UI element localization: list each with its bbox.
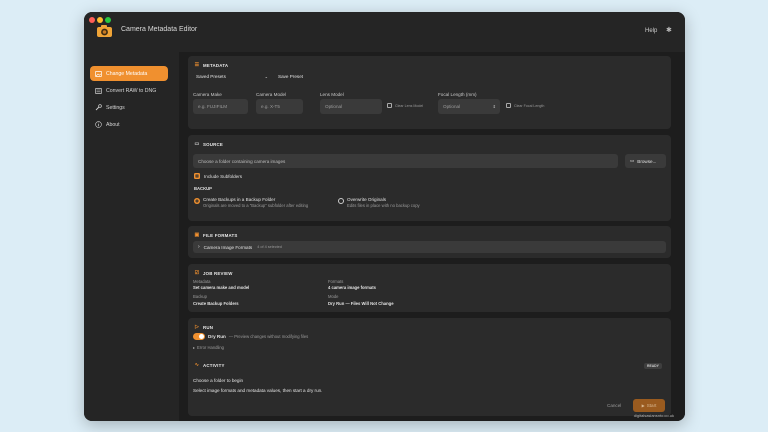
status-badge: READY <box>644 363 662 369</box>
sliders-icon: ☰ <box>194 62 200 68</box>
app-logo-icon <box>97 25 112 37</box>
chevron-right-icon: ▸ <box>193 345 196 350</box>
radio-unselected-icon <box>338 197 344 204</box>
close-window-button[interactable] <box>89 17 95 23</box>
folder-icon: ▭ <box>630 158 635 163</box>
backup-option-create[interactable]: Create Backups in a Backup Folder Origin… <box>194 197 308 208</box>
file-formats-card: ▣ FILE FORMATS › Camera Image Formats 4 … <box>188 226 671 258</box>
lens-model-label: Lens Model <box>320 92 344 97</box>
image-stack-icon: ▣ <box>194 232 200 238</box>
error-handling-disclosure[interactable]: ▸ Error Handling <box>193 345 224 350</box>
dry-run-toggle[interactable] <box>193 333 205 340</box>
sidebar: Change Metadata Convert RAW to DNG Setti… <box>84 52 179 421</box>
metadata-card: ☰ METADATA Saved Presets ⌄ Save Preset C… <box>188 56 671 129</box>
save-preset-button[interactable]: Save Preset <box>278 72 303 80</box>
checklist-icon: ☑ <box>194 270 200 276</box>
play-icon: ▶ <box>641 403 645 408</box>
stepper-icon[interactable]: ⇕ <box>493 104 496 109</box>
wrench-icon <box>95 104 102 111</box>
backup-review-label: Backup <box>193 294 207 299</box>
camera-make-label: Camera Make <box>193 92 222 97</box>
source-header: ▭ SOURCE <box>194 141 223 147</box>
dry-run-toggle-row: Dry Run — Preview changes without modify… <box>193 333 308 340</box>
mode-review-label: Mode <box>328 294 339 299</box>
job-review-header: ☑ JOB REVIEW <box>194 270 233 276</box>
backup-header: BACKUP <box>194 186 212 191</box>
folder-path-input[interactable]: Choose a folder containing camera images <box>193 154 618 168</box>
folder-icon: ▭ <box>194 141 200 147</box>
mode-review-value: Dry Run — Files Will Not Change <box>328 301 394 306</box>
checkbox-icon <box>387 103 392 108</box>
chevron-right-icon: › <box>198 244 200 250</box>
clear-lens-model-checkbox[interactable]: Clear Lens Model <box>387 103 423 108</box>
sidebar-item-label: Settings <box>106 104 125 111</box>
camera-make-input[interactable]: e.g. FUJIFILM <box>193 99 248 114</box>
focal-length-input[interactable]: Optional ⇕ <box>438 99 500 114</box>
activity-header: ∿ ACTIVITY <box>194 362 225 368</box>
sidebar-item-convert-raw[interactable]: Convert RAW to DNG <box>90 83 168 98</box>
saved-presets-dropdown[interactable]: Saved Presets ⌄ <box>196 72 268 80</box>
sidebar-item-settings[interactable]: Settings <box>90 100 168 115</box>
start-button[interactable]: ▶ Start <box>633 399 665 412</box>
zoom-window-button[interactable] <box>105 17 111 23</box>
help-button[interactable]: Help <box>645 28 657 34</box>
cancel-button[interactable]: Cancel <box>607 403 621 408</box>
job-review-card: ☑ JOB REVIEW Metadata Set camera make an… <box>188 264 671 312</box>
clear-focal-length-checkbox[interactable]: Clear Focal Length <box>506 103 544 108</box>
title-bar: Camera Metadata Editor Help ✱ <box>84 12 685 52</box>
sidebar-item-label: Change Metadata <box>106 70 148 77</box>
backup-option-overwrite[interactable]: Overwrite Originals Edits files in place… <box>338 197 420 208</box>
footer-credit: digitalsasiansnto.co.uk <box>633 413 674 418</box>
camera-model-input[interactable]: e.g. X-T5 <box>256 99 303 114</box>
convert-icon <box>95 87 102 94</box>
run-card: ▷ RUN Dry Run — Preview changes without … <box>188 318 671 416</box>
main-content: ☰ METADATA Saved Presets ⌄ Save Preset C… <box>179 52 685 421</box>
source-card: ▭ SOURCE Choose a folder containing came… <box>188 135 671 221</box>
activity-icon: ∿ <box>194 362 200 368</box>
include-subfolders-checkbox[interactable]: Include Subfolders <box>194 173 242 179</box>
app-title: Camera Metadata Editor <box>121 26 198 33</box>
sidebar-item-change-metadata[interactable]: Change Metadata <box>90 66 168 81</box>
chevron-down-icon: ⌄ <box>264 73 268 79</box>
photo-icon <box>95 70 102 77</box>
lens-model-input[interactable]: Optional <box>320 99 382 114</box>
status-line-2: Select image formats and metadata values… <box>193 388 323 393</box>
minimize-window-button[interactable] <box>97 17 103 23</box>
camera-model-label: Camera Model <box>256 92 287 97</box>
focal-length-label: Focal Length (mm) <box>438 92 477 97</box>
sidebar-item-label: About <box>106 121 120 128</box>
sidebar-item-label: Convert RAW to DNG <box>106 87 157 94</box>
checkbox-checked-icon <box>194 173 200 179</box>
browse-button[interactable]: ▭ Browse... <box>625 154 666 168</box>
run-header: ▷ RUN <box>194 324 214 330</box>
formats-review-value: 4 camera image formats <box>328 285 376 290</box>
app-window: Camera Metadata Editor Help ✱ Change Met… <box>84 12 685 421</box>
metadata-review-label: Metadata <box>193 279 211 284</box>
radio-selected-icon <box>194 197 200 204</box>
backup-review-value: Create Backup Folders <box>193 301 239 306</box>
metadata-header: ☰ METADATA <box>194 62 229 68</box>
file-formats-header: ▣ FILE FORMATS <box>194 232 238 238</box>
info-icon <box>95 121 102 128</box>
sidebar-item-about[interactable]: About <box>90 117 168 132</box>
metadata-review-value: Set camera make and model <box>193 285 250 290</box>
checkbox-icon <box>506 103 511 108</box>
status-line-1: Choose a folder to begin <box>193 378 244 383</box>
camera-formats-row[interactable]: › Camera Image Formats 4 of 4 selected <box>193 241 666 253</box>
formats-review-label: Formats <box>328 279 344 284</box>
play-icon: ▷ <box>194 324 200 330</box>
gear-icon[interactable]: ✱ <box>666 26 672 34</box>
